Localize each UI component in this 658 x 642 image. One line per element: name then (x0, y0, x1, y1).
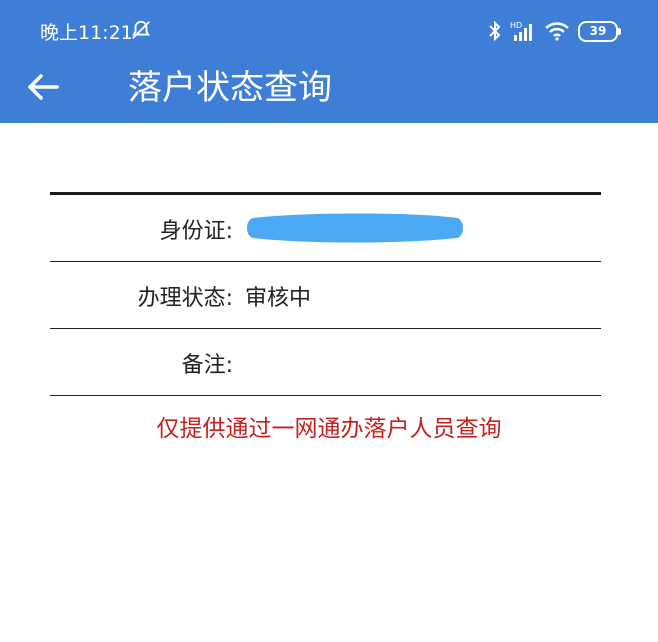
table-row-remark: 备注: (50, 329, 601, 396)
id-label: 身份证: (159, 219, 233, 244)
status-bar: 晚上11:21 HD 39 (0, 0, 658, 60)
arrow-left-icon[interactable] (26, 70, 60, 104)
hd-signal-icon: HD (510, 21, 532, 41)
battery-level: 39 (589, 23, 607, 38)
status-value: 审核中 (245, 286, 312, 311)
svg-text:HD: HD (510, 21, 522, 30)
bluetooth-icon (489, 20, 501, 42)
battery-icon: 39 (578, 20, 621, 42)
remark-label: 备注: (181, 353, 233, 378)
status-time: 晚上11:21 (40, 22, 133, 44)
notice-text: 仅提供通过一网通办落户人员查询 (156, 416, 502, 442)
table-row-id: 身份证: (50, 195, 601, 262)
status-label: 办理状态: (137, 286, 233, 311)
do-not-disturb-icon (131, 20, 151, 39)
wifi-icon (545, 22, 569, 41)
table-row-status: 办理状态: 审核中 (50, 262, 601, 329)
status-table: 身份证: 办理状态: 审核中 备注: (50, 192, 601, 396)
status-icons: HD 39 (488, 18, 621, 44)
page-title: 落户状态查询 (128, 68, 332, 108)
redaction-mark (247, 213, 463, 243)
app-bar: 晚上11:21 HD 39 落户状态查询 (0, 0, 658, 123)
